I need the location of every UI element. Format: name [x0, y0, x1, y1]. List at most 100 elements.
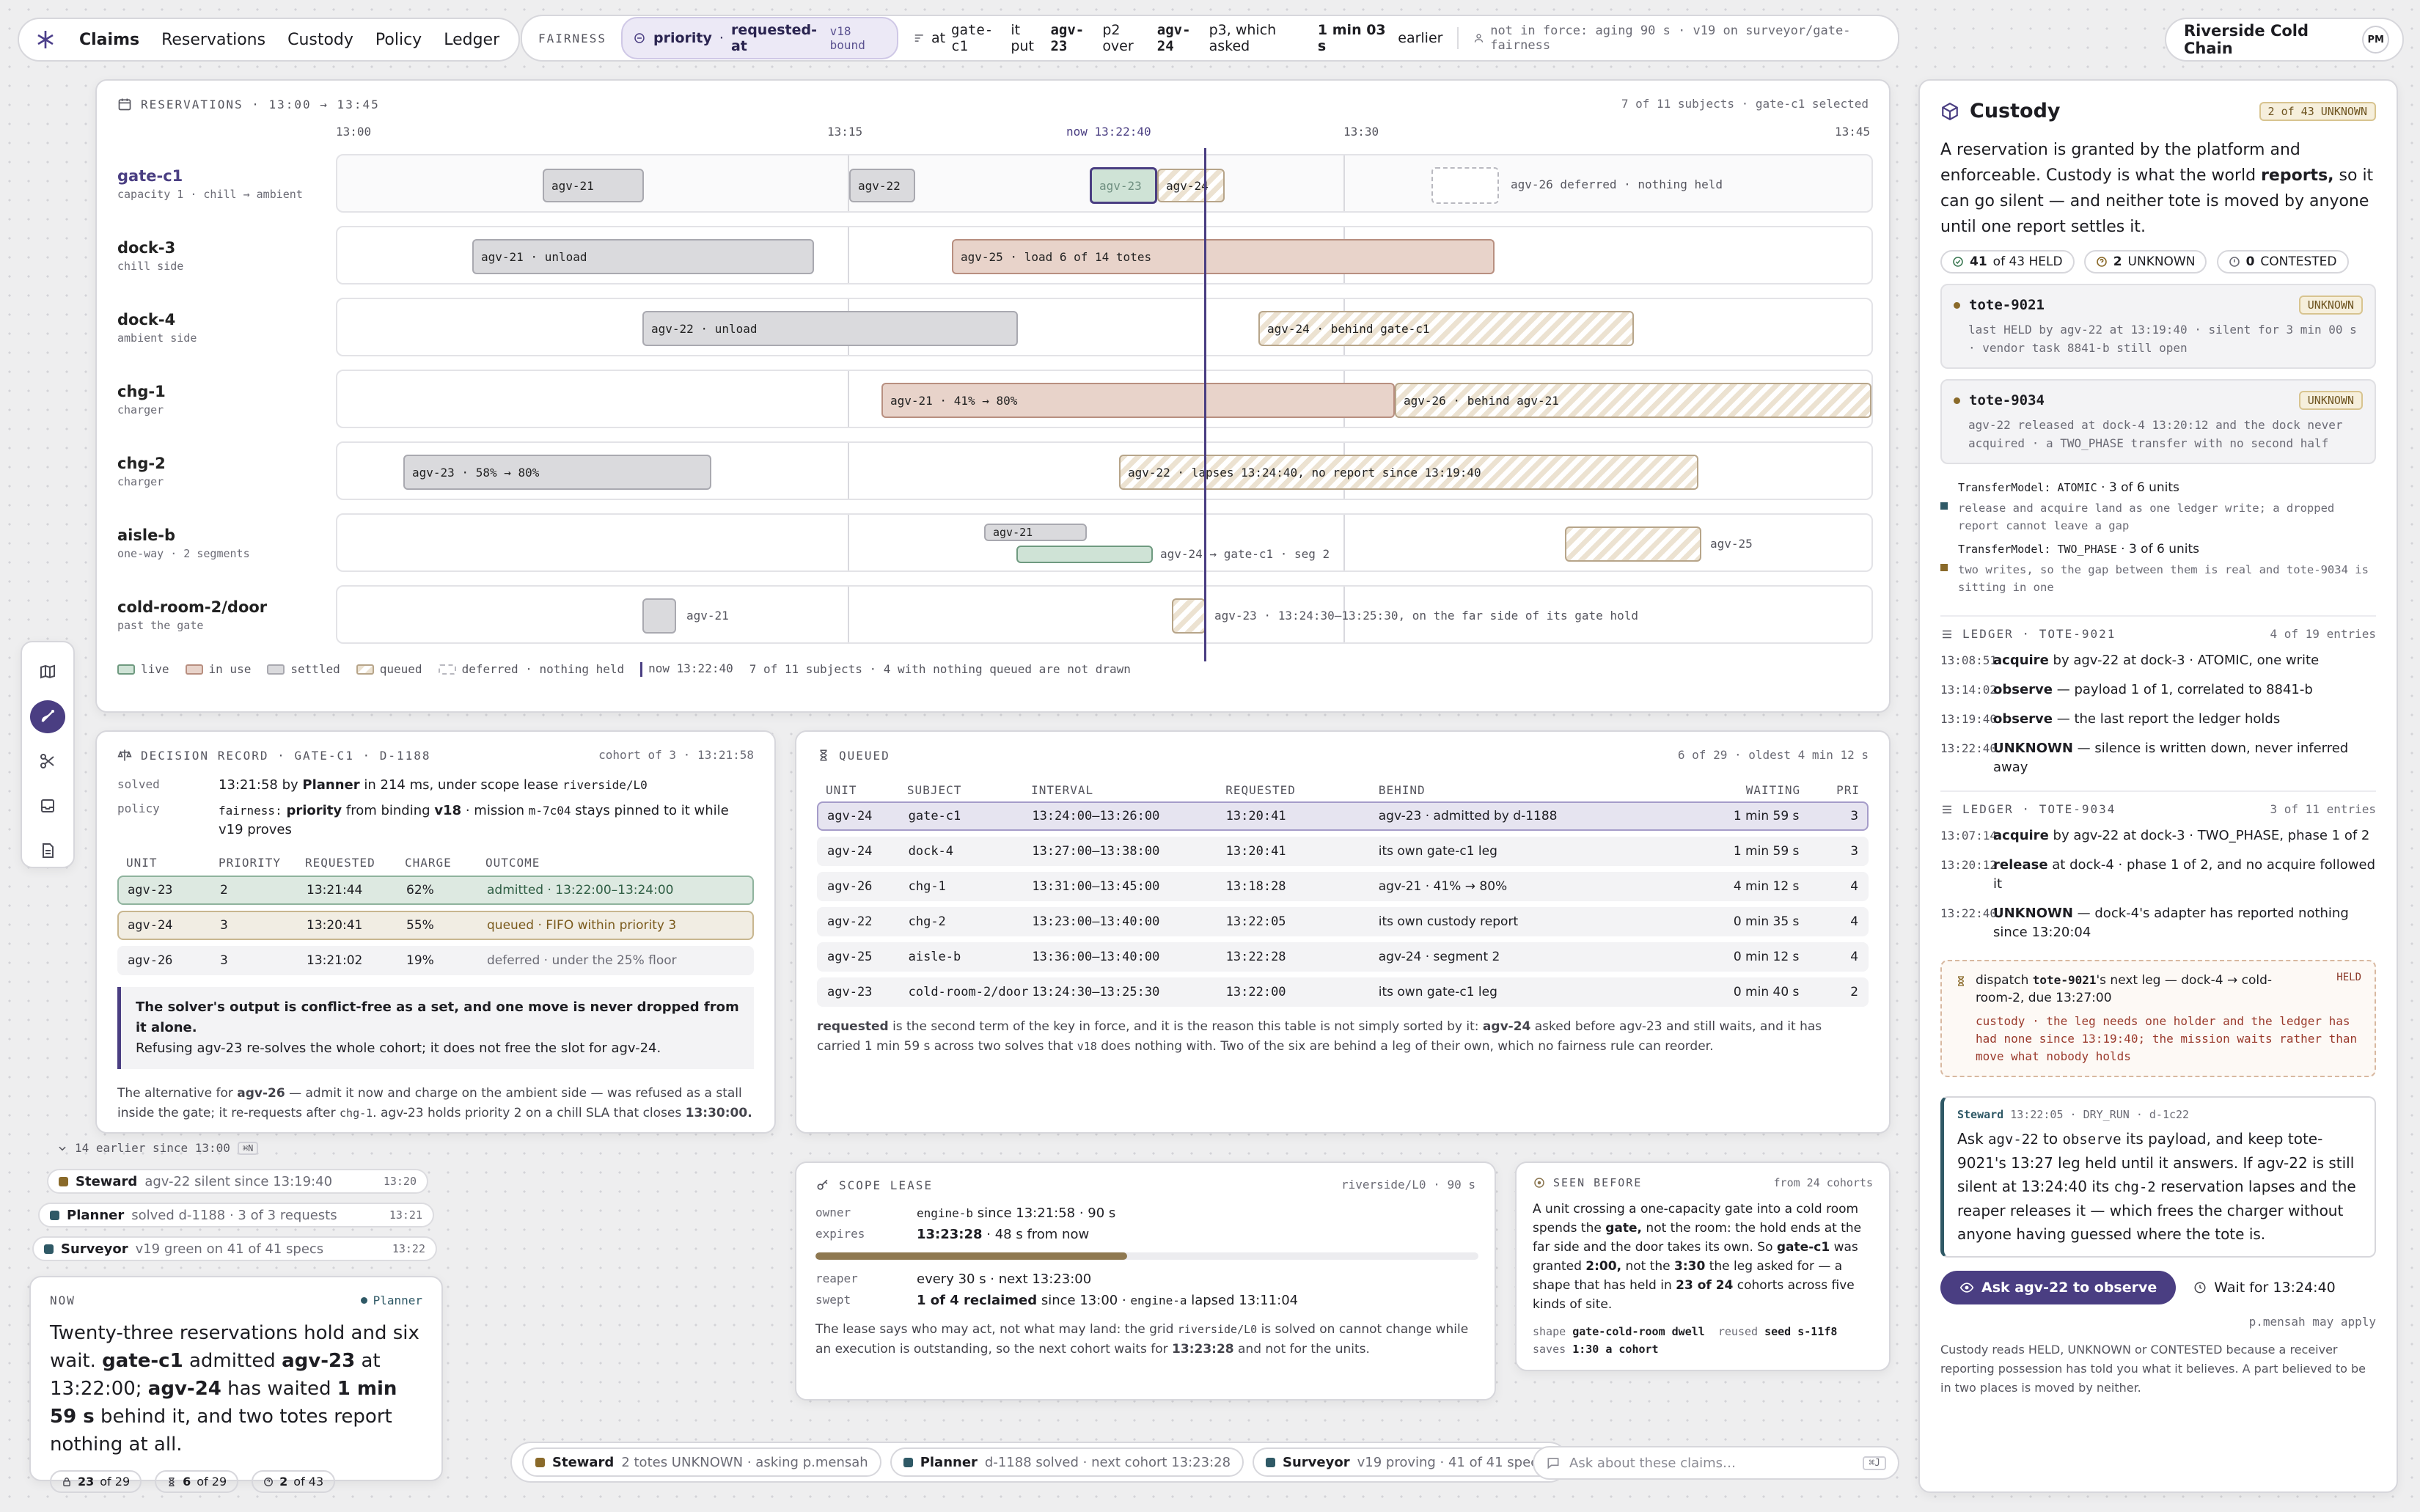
ask-agv-22-button[interactable]: Ask agv-22 to observe	[1940, 1271, 2177, 1304]
tote-9021-desc: last HELD by agv-22 at 13:19:40 · silent…	[1968, 323, 2357, 355]
track-aisle-b: agv-21 agv-24 → gate-c1 · seg 2 agv-25	[336, 513, 1873, 572]
wait-button[interactable]: Wait for 13:24:40	[2193, 1280, 2336, 1296]
fairness-text-b: it put	[1011, 22, 1034, 54]
tick-1345: 13:45	[1835, 125, 1871, 139]
nav-ledger[interactable]: Ledger	[444, 31, 499, 49]
queued-row[interactable]: agv-25 aisle-b 13:36:00–13:40:00 13:22:28 ag…	[817, 942, 1869, 972]
status-steward[interactable]: Steward 2 totes UNKNOWN · asking p.mensah	[522, 1447, 881, 1477]
queued-meta: 6 of 29 · oldest 4 min 12 s	[1677, 748, 1869, 762]
legend-queued: queued	[356, 662, 422, 676]
question-circle-icon	[264, 1477, 274, 1486]
org-switcher[interactable]: Riverside Cold Chain PM	[2165, 18, 2404, 62]
inbox-icon[interactable]	[30, 789, 65, 822]
tote-9021-card[interactable]: tote-9021 UNKNOWN last HELD by agv-22 at…	[1940, 284, 2376, 369]
track-chg-2: agv-23 · 58% → 80% agv-22 · lapses 13:24…	[336, 441, 1873, 500]
ask-kbd: ⌘J	[1863, 1456, 1886, 1470]
bar-cold-agv-23[interactable]	[1172, 598, 1206, 634]
bar-gate-agv-21[interactable]: agv-21	[543, 169, 644, 202]
reservations-meta: 7 of 11 subjects · gate-c1 selected	[1621, 97, 1869, 111]
bar-gate-agv-24[interactable]: agv-24	[1157, 169, 1225, 202]
map-icon[interactable]	[30, 656, 65, 689]
queued-row[interactable]: agv-24 gate-c1 13:24:00–13:26:00 13:20:41 ag…	[817, 801, 1869, 831]
tote-9021-badge: UNKNOWN	[2298, 296, 2363, 315]
key-icon	[817, 1179, 828, 1190]
clock-icon	[2194, 1282, 2206, 1293]
fairness-policy-tag[interactable]: priority · requested-at v18 bound	[621, 17, 899, 59]
row-label-chg-2[interactable]: chg-2 charger	[117, 455, 166, 488]
decision-row-agv-23[interactable]: agv-23 2 13:21:44 62% admitted · 13:22:00–13…	[117, 876, 754, 905]
row-label-cold-room[interactable]: cold-room-2/door past the gate	[117, 598, 267, 632]
now-chip-unknown[interactable]: 2 of 43	[252, 1470, 336, 1493]
queued-row[interactable]: agv-22 chg-2 13:23:00–13:40:00 13:22:05 its …	[817, 907, 1869, 936]
bar-aisle-agv-24[interactable]	[1016, 546, 1153, 563]
tick-1330: 13:30	[1343, 125, 1379, 139]
bar-chg2-agv-23[interactable]: agv-23 · 58% → 80%	[403, 455, 711, 490]
fairness-delta: 1 min 03 s	[1317, 22, 1386, 54]
nav-reservations[interactable]: Reservations	[161, 31, 265, 49]
scissors-icon[interactable]	[30, 745, 65, 778]
chip-contested[interactable]: 0 CONTESTED	[2216, 250, 2349, 274]
decision-row-agv-24[interactable]: agv-24 3 13:20:41 55% queued · FIFO within p…	[117, 911, 754, 940]
queued-footnote: requested is the second term of the key …	[817, 1019, 1822, 1054]
queued-row[interactable]: agv-24 dock-4 13:27:00–13:38:00 13:20:41 its…	[817, 837, 1869, 866]
row-label-aisle-b[interactable]: aisle-b one-way · 2 segments	[117, 526, 250, 560]
now-agent: Planner	[360, 1293, 422, 1307]
decision-policy: policy fairness: priority from binding v…	[117, 801, 729, 837]
now-chip-reservations[interactable]: 23 of 29	[50, 1470, 142, 1493]
bar-gate-agv-23[interactable]: agv-23	[1090, 167, 1157, 204]
avatar[interactable]: PM	[2362, 26, 2389, 54]
row-label-dock-3[interactable]: dock-3 chill side	[117, 239, 183, 273]
scope-meta: riverside/L0 · 90 s	[1341, 1178, 1475, 1192]
row-label-chg-1[interactable]: chg-1 charger	[117, 383, 166, 416]
not-in-force-text: not in force: aging 90 s · v19 on survey…	[1490, 23, 1851, 53]
dispatch-hold[interactable]: dispatch tote-9021's next leg — dock-4 →…	[1940, 960, 2376, 1077]
reservations-header: RESERVATIONS · 13:00 → 13:45 7 of 11 sub…	[117, 97, 1869, 111]
tote-9034-card[interactable]: tote-9034 UNKNOWN agv-22 released at doc…	[1940, 379, 2376, 464]
legend-deferred: deferred · nothing held	[438, 662, 624, 676]
now-chip-queued[interactable]: 6 of 29	[155, 1470, 239, 1493]
decision-row-agv-26[interactable]: agv-26 3 13:21:02 19% deferred · under the 2…	[117, 946, 754, 975]
bar-chg1-agv-21[interactable]: agv-21 · 41% → 80%	[881, 383, 1395, 418]
history-item-steward[interactable]: Steward agv-22 silent since 13:19:40 13:20	[47, 1169, 428, 1194]
fairness-won: agv-23	[1050, 22, 1085, 54]
history-toggle[interactable]: 14 earlier since 13:00 ⌘N	[57, 1141, 259, 1155]
row-label-dock-4[interactable]: dock-4 ambient side	[117, 311, 197, 345]
bar-aisle-agv-25[interactable]	[1565, 526, 1701, 562]
left-rail	[21, 641, 75, 868]
nav-custody[interactable]: Custody	[287, 31, 353, 49]
ledger-entry: 13:14:02 observe — payload 1 of 1, correl…	[1940, 682, 2313, 697]
bar-gate-agv-26[interactable]	[1431, 167, 1499, 204]
bar-dock3-agv-25[interactable]: agv-25 · load 6 of 14 totes	[952, 239, 1495, 274]
history-item-surveyor[interactable]: Surveyor v19 green on 41 of 41 specs 13:22	[32, 1236, 437, 1261]
history-item-planner[interactable]: Planner solved d-1188 · 3 of 3 requests 13…	[38, 1203, 434, 1227]
bar-chg1-agv-26[interactable]: agv-26 · behind agv-21	[1395, 383, 1871, 418]
legend-live: live	[117, 662, 169, 676]
document-icon[interactable]	[30, 834, 65, 867]
scale-icon	[117, 749, 132, 761]
chip-unknown[interactable]: 2 UNKNOWN	[2083, 250, 2207, 274]
nav-policy[interactable]: Policy	[375, 31, 422, 49]
chip-held[interactable]: 41 of 43 HELD	[1940, 250, 2075, 274]
status-planner[interactable]: Planner d-1188 solved · next cohort 13:23…	[890, 1447, 1244, 1477]
nav-claims[interactable]: Claims	[79, 31, 139, 49]
queued-row[interactable]: agv-26 chg-1 13:31:00–13:45:00 13:18:28 agv-…	[817, 872, 1869, 901]
status-surveyor[interactable]: Surveyor v19 proving · 41 of 41 specs	[1253, 1447, 1558, 1477]
custody-title: Custody	[1970, 100, 2061, 122]
ask-input[interactable]: Ask about these claims… ⌘J	[1533, 1446, 1899, 1480]
bar-dock4-agv-24[interactable]: agv-24 · behind gate-c1	[1258, 311, 1634, 346]
ledger-9034-header: LEDGER · TOTE-9034 3 of 11 entries	[1940, 790, 2376, 816]
bar-gate-agv-22[interactable]: agv-22	[849, 169, 915, 202]
aisle-agv-24-label: agv-24 → gate-c1 · seg 2	[1160, 547, 1330, 561]
track-chg-1: agv-21 · 41% → 80% agv-26 · behind agv-2…	[336, 370, 1873, 428]
ledger-entry: 13:19:40 observe — the last report the le…	[1940, 711, 2281, 727]
ledger-entry: 13:07:14 acquire by agv-22 at dock-3 · TW…	[1940, 828, 2370, 843]
bar-aisle-agv-21[interactable]: agv-21	[984, 524, 1087, 541]
route-icon[interactable]	[30, 700, 65, 733]
steward-proposal: Steward 13:22:05 · DRY_RUN · d-1c22 Ask …	[1940, 1096, 2376, 1258]
bar-cold-agv-21[interactable]	[642, 598, 676, 634]
queued-row[interactable]: agv-23 cold-room-2/door 13:24:30–13:25:30 1…	[817, 977, 1869, 1007]
bar-dock4-agv-22[interactable]: agv-22 · unload	[642, 311, 1018, 346]
gantt-legend: live in use settled queued deferred · no…	[117, 661, 1131, 677]
row-label-gate-c1[interactable]: gate-c1 capacity 1 · chill → ambient	[117, 167, 303, 201]
bar-dock3-agv-21[interactable]: agv-21 · unload	[472, 239, 814, 274]
